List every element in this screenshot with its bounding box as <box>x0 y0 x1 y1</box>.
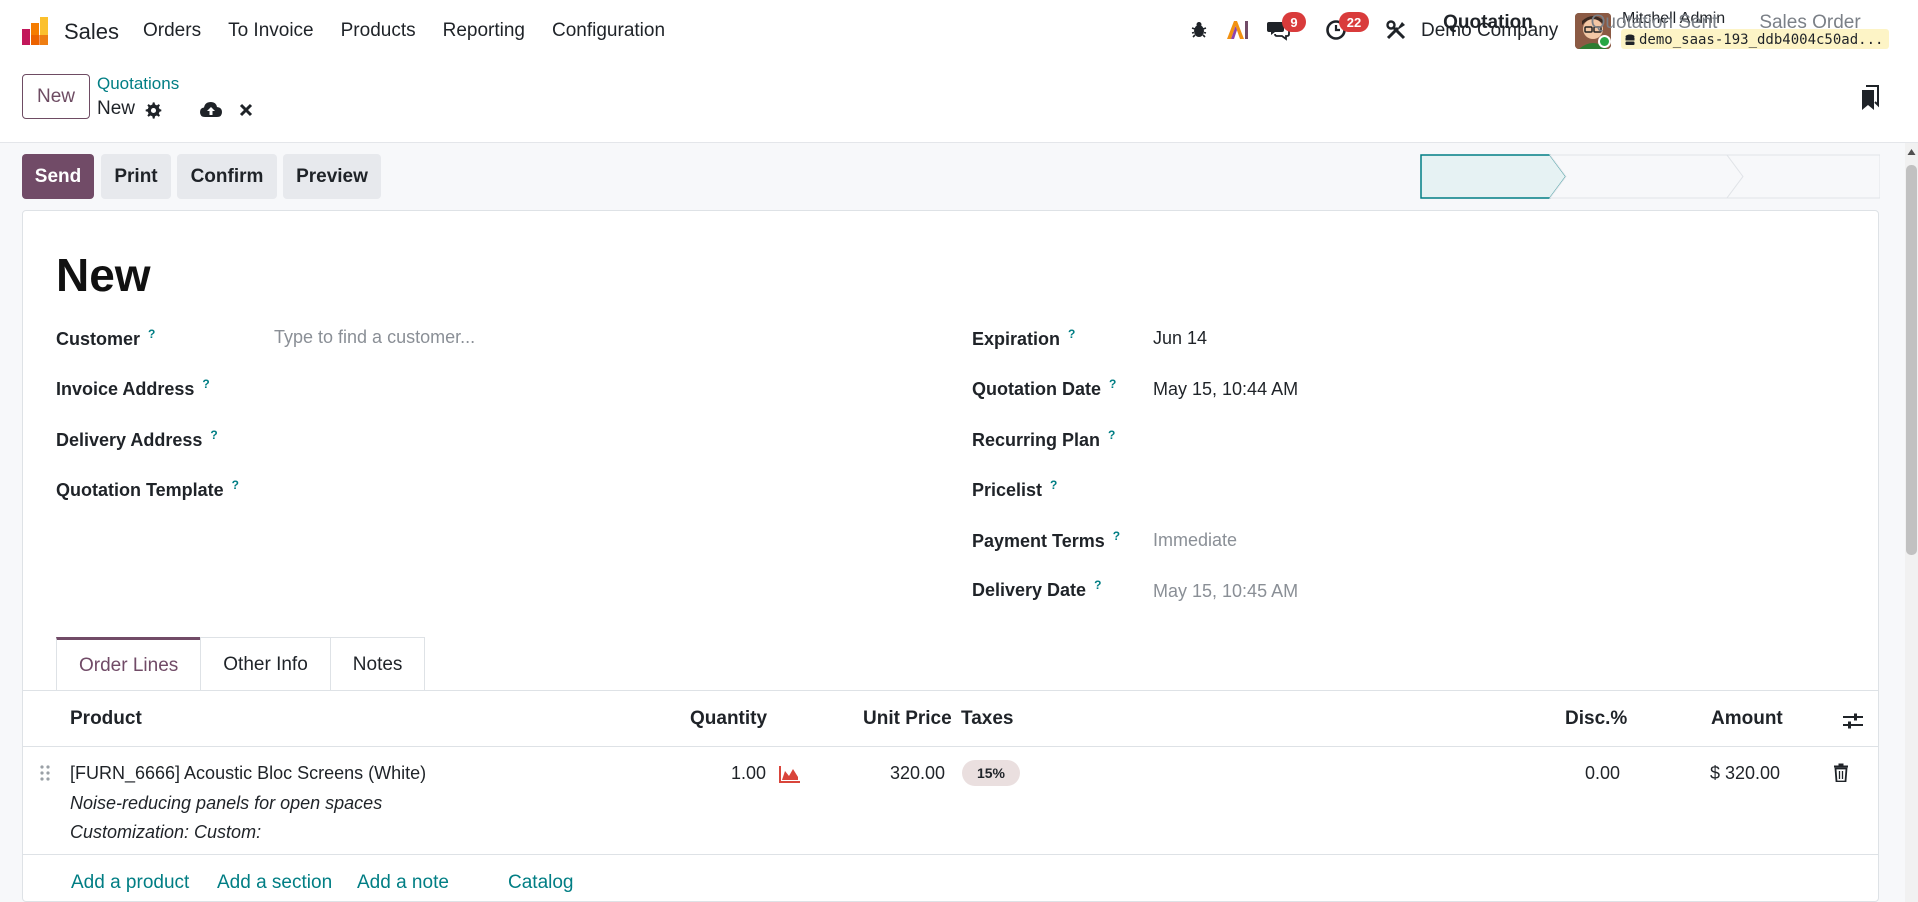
table-row-divider <box>22 854 1879 855</box>
column-header-quantity[interactable]: Quantity <box>690 708 767 730</box>
record-title: New <box>56 249 151 301</box>
help-tooltip-icon[interactable]: ? <box>1094 578 1101 592</box>
column-header-amount[interactable]: Amount <box>1711 708 1783 730</box>
scroll-up-arrow-icon[interactable] <box>1906 147 1917 157</box>
confirm-button[interactable]: Confirm <box>177 154 277 199</box>
messages-badge: 9 <box>1282 12 1306 32</box>
sales-app-icon[interactable] <box>20 15 52 47</box>
bookmark-icon[interactable] <box>1861 85 1879 111</box>
pricelist-label: Pricelist? <box>972 478 1058 500</box>
line-amount: $ 320.00 <box>1710 763 1781 783</box>
tab-notes[interactable]: Notes <box>329 637 426 691</box>
line-description-1: Noise-reducing panels for open spaces <box>70 793 383 813</box>
scrollbar-thumb[interactable] <box>1906 165 1917 555</box>
delivery-date-label: Delivery Date? <box>972 578 1102 600</box>
line-quantity[interactable]: 1.00 <box>731 763 766 784</box>
notebook-tabs: Order Lines Other Info Notes <box>56 637 426 691</box>
menu-reporting[interactable]: Reporting <box>443 20 525 42</box>
activities-badge: 22 <box>1339 12 1369 32</box>
expiration-label: Expiration? <box>972 327 1076 349</box>
recurring-plan-label: Recurring Plan? <box>972 428 1116 450</box>
menu-configuration[interactable]: Configuration <box>552 20 665 42</box>
gear-icon[interactable] <box>142 99 164 121</box>
column-header-discount[interactable]: Disc.% <box>1565 708 1627 730</box>
payment-terms-field[interactable]: Immediate <box>1153 530 1237 551</box>
payment-terms-label: Payment Terms? <box>972 529 1121 551</box>
discard-close-icon[interactable] <box>235 99 257 121</box>
preview-button[interactable]: Preview <box>283 154 381 199</box>
quotation-date-label: Quotation Date? <box>972 377 1117 399</box>
line-unit-price[interactable]: 320.00 <box>890 763 945 784</box>
main-menu: Orders To Invoice Products Reporting Con… <box>143 20 692 42</box>
add-product-link[interactable]: Add a product <box>71 872 189 894</box>
column-header-taxes[interactable]: Taxes <box>961 708 1013 730</box>
app-name[interactable]: Sales <box>64 19 119 45</box>
column-settings-sliders-icon[interactable] <box>1842 710 1864 732</box>
print-button[interactable]: Print <box>101 154 171 199</box>
stage-sales-order[interactable]: Sales Order <box>1745 0 1875 45</box>
line-description-2: Customization: Custom: <box>70 822 262 842</box>
tab-order-lines[interactable]: Order Lines <box>56 637 202 691</box>
menu-orders[interactable]: Orders <box>143 20 201 42</box>
table-header-divider <box>22 746 1879 747</box>
drag-handle-icon[interactable] <box>39 764 51 782</box>
ai-icon[interactable] <box>1225 18 1249 42</box>
help-tooltip-icon[interactable]: ? <box>210 428 217 442</box>
quotation-date-field[interactable]: May 15, 10:44 AM <box>1153 379 1298 400</box>
add-note-link[interactable]: Add a note <box>357 872 449 894</box>
help-tooltip-icon[interactable]: ? <box>1050 478 1057 492</box>
menu-to-invoice[interactable]: To Invoice <box>228 20 314 42</box>
line-product-name[interactable]: [FURN_6666] Acoustic Bloc Screens (White… <box>70 763 426 784</box>
save-cloud-icon[interactable] <box>199 99 223 121</box>
tabs-divider <box>22 690 1879 691</box>
help-tooltip-icon[interactable]: ? <box>232 478 239 492</box>
statusbar-shapes <box>1420 154 1880 199</box>
help-tooltip-icon[interactable]: ? <box>202 377 209 391</box>
stage-quotation[interactable]: Quotation <box>1420 0 1556 45</box>
delivery-date-field[interactable]: May 15, 10:45 AM <box>1153 581 1298 602</box>
bug-icon[interactable] <box>1187 18 1211 42</box>
breadcrumb-quotations[interactable]: Quotations <box>97 74 179 94</box>
record-name: New <box>97 98 136 119</box>
new-button[interactable]: New <box>22 74 90 119</box>
column-header-product[interactable]: Product <box>70 708 142 730</box>
catalog-link[interactable]: Catalog <box>508 872 574 894</box>
tab-other-info[interactable]: Other Info <box>200 637 331 691</box>
tools-icon[interactable] <box>1384 18 1408 42</box>
customer-label: Customer? <box>56 327 156 349</box>
help-tooltip-icon[interactable]: ? <box>148 327 155 341</box>
delivery-address-label: Delivery Address? <box>56 428 218 450</box>
forecast-chart-icon[interactable] <box>779 765 801 783</box>
add-section-link[interactable]: Add a section <box>217 872 332 894</box>
expiration-field[interactable]: Jun 14 <box>1153 328 1207 349</box>
stage-quotation-sent[interactable]: Quotation Sent <box>1566 0 1742 45</box>
help-tooltip-icon[interactable]: ? <box>1108 428 1115 442</box>
invoice-address-label: Invoice Address? <box>56 377 210 399</box>
column-header-unit-price[interactable]: Unit Price <box>863 708 952 730</box>
tax-tag[interactable]: 15% <box>962 760 1020 786</box>
customer-input[interactable]: Type to find a customer... <box>274 327 874 348</box>
line-discount[interactable]: 0.00 <box>1585 763 1620 784</box>
help-tooltip-icon[interactable]: ? <box>1068 327 1075 341</box>
quotation-template-label: Quotation Template? <box>56 478 240 500</box>
help-tooltip-icon[interactable]: ? <box>1113 529 1120 543</box>
menu-products[interactable]: Products <box>341 20 416 42</box>
delete-trash-icon[interactable] <box>1833 763 1849 783</box>
help-tooltip-icon[interactable]: ? <box>1109 377 1116 391</box>
send-button[interactable]: Send <box>22 154 94 199</box>
